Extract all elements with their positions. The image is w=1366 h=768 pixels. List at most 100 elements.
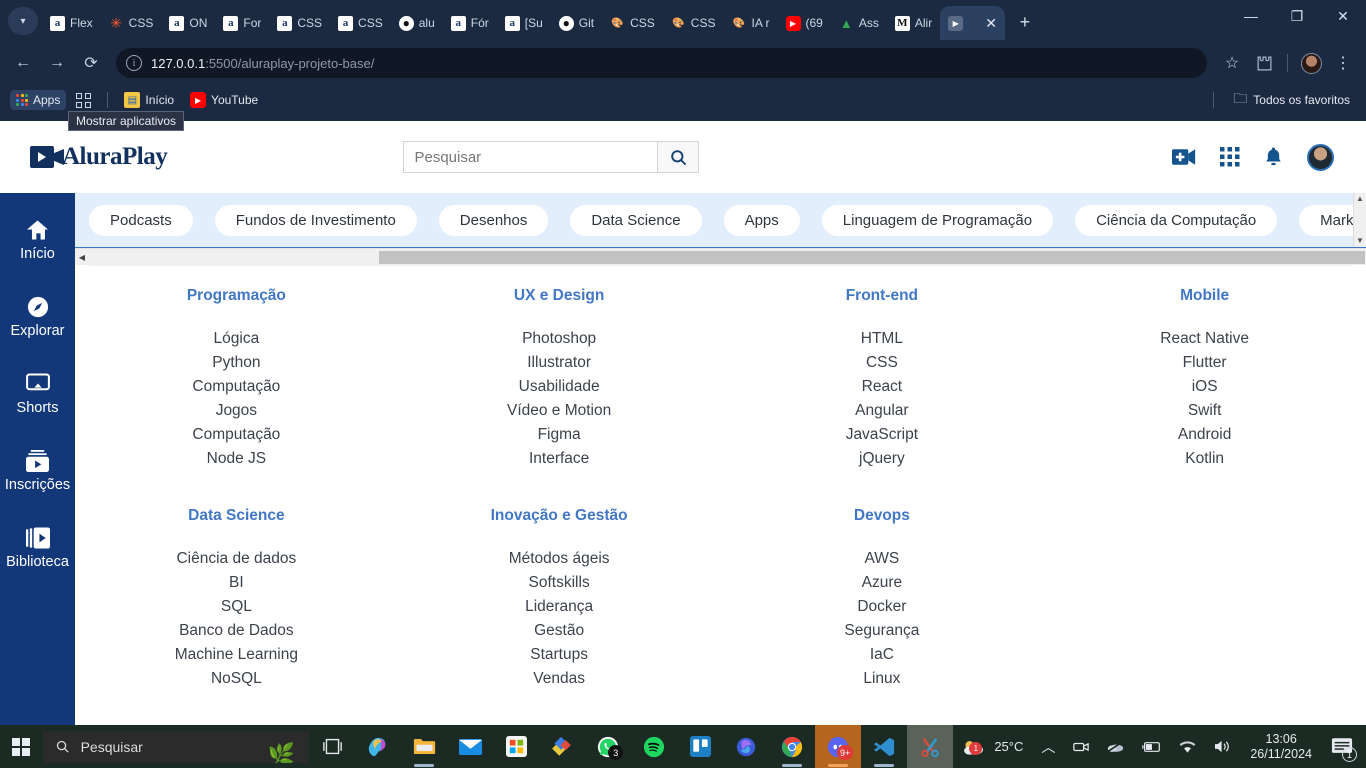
- sidebar-item-shorts[interactable]: Shorts: [0, 355, 75, 432]
- category-pill-data-science[interactable]: Data Science: [570, 205, 702, 236]
- meeting-camera-icon[interactable]: [1064, 740, 1098, 754]
- browser-tab[interactable]: ▲ Ass: [831, 6, 887, 40]
- onedrive-offline-icon[interactable]: [1098, 740, 1133, 753]
- browser-tab[interactable]: ● Git: [551, 6, 602, 40]
- category-item[interactable]: CSS: [721, 351, 1044, 375]
- chrome-menu-icon[interactable]: ⋮: [1328, 48, 1358, 78]
- browser-tab[interactable]: a ON: [161, 6, 215, 40]
- trello-icon[interactable]: [677, 725, 723, 768]
- category-item[interactable]: React Native: [1043, 327, 1366, 351]
- category-item[interactable]: Lógica: [75, 327, 398, 351]
- wifi-icon[interactable]: [1170, 740, 1205, 754]
- new-tab-button[interactable]: +: [1011, 8, 1039, 36]
- mail-icon[interactable]: [447, 725, 493, 768]
- category-item[interactable]: Banco de Dados: [75, 619, 398, 643]
- browser-tab[interactable]: a Fór: [443, 6, 497, 40]
- show-hidden-icons-chevron-up-icon[interactable]: ︿: [1032, 737, 1064, 757]
- category-item[interactable]: BI: [75, 571, 398, 595]
- bell-icon[interactable]: [1264, 146, 1283, 168]
- browser-tab[interactable]: ✳ CSS: [101, 6, 162, 40]
- apps-shortcut[interactable]: Apps: [10, 90, 67, 110]
- bookmark-item-youtube[interactable]: ▶ YouTube: [184, 89, 264, 111]
- category-item[interactable]: SQL: [75, 595, 398, 619]
- minimize-button[interactable]: —: [1228, 0, 1274, 32]
- category-item[interactable]: IaC: [721, 643, 1044, 667]
- taskbar-search[interactable]: Pesquisar 🌿: [42, 730, 310, 763]
- browser-tab[interactable]: ▶ (69: [778, 6, 831, 40]
- scroll-down-icon[interactable]: ▼: [1356, 235, 1364, 247]
- snipping-tool-icon[interactable]: [907, 725, 954, 768]
- category-pill-ciencia-da-computacao[interactable]: Ciência da Computação: [1075, 205, 1278, 236]
- category-item[interactable]: Docker: [721, 595, 1044, 619]
- bookmark-item-inicio[interactable]: ▤ Início: [118, 89, 180, 111]
- vscode-icon[interactable]: [861, 725, 907, 768]
- category-item[interactable]: jQuery: [721, 447, 1044, 471]
- nav-vertical-scrollbar[interactable]: ▲ ▼: [1353, 193, 1366, 247]
- category-item[interactable]: NoSQL: [75, 667, 398, 691]
- volume-icon[interactable]: [1205, 739, 1240, 754]
- browser-tab[interactable]: M Alir: [887, 6, 940, 40]
- start-button[interactable]: [0, 725, 43, 768]
- category-item[interactable]: Vídeo e Motion: [398, 399, 721, 423]
- browser-tab[interactable]: 🎨 IA r: [723, 6, 777, 40]
- category-item[interactable]: Linux: [721, 667, 1044, 691]
- aluraplay-logo[interactable]: AluraPlay: [30, 139, 168, 171]
- category-item[interactable]: Segurança: [721, 619, 1044, 643]
- apps-grid-icon[interactable]: [1219, 147, 1240, 167]
- category-item[interactable]: Usabilidade: [398, 375, 721, 399]
- category-item[interactable]: Jogos: [75, 399, 398, 423]
- category-item[interactable]: Swift: [1043, 399, 1366, 423]
- browser-tab[interactable]: 🎨 CSS: [602, 6, 663, 40]
- avatar[interactable]: [1306, 143, 1334, 171]
- browser-tab[interactable]: a [Su: [497, 6, 551, 40]
- sidebar-item-inicio[interactable]: Início: [0, 201, 75, 278]
- forward-icon[interactable]: →: [42, 48, 72, 78]
- category-item[interactable]: Computação: [75, 423, 398, 447]
- category-pill-fundos-de-investimento[interactable]: Fundos de Investimento: [214, 205, 417, 236]
- category-item[interactable]: Interface: [398, 447, 721, 471]
- all-bookmarks-button[interactable]: 🗀 Todos os favoritos: [1226, 89, 1356, 111]
- browser-tab[interactable]: a For: [215, 6, 269, 40]
- category-item[interactable]: Illustrator: [398, 351, 721, 375]
- profile-avatar[interactable]: [1296, 48, 1326, 78]
- clock[interactable]: 13:06 26/11/2024: [1240, 732, 1322, 762]
- category-item[interactable]: Métodos ágeis: [398, 547, 721, 571]
- close-tab-icon[interactable]: ✕: [985, 15, 997, 32]
- address-bar[interactable]: i 127.0.0.1:5500/aluraplay-projeto-base/: [116, 48, 1207, 78]
- microsoft-365-icon[interactable]: [723, 725, 769, 768]
- spotify-icon[interactable]: [631, 725, 677, 768]
- category-item[interactable]: JavaScript: [721, 423, 1044, 447]
- extensions-icon[interactable]: [1249, 48, 1279, 78]
- category-item[interactable]: Computação: [75, 375, 398, 399]
- category-item[interactable]: Python: [75, 351, 398, 375]
- tab-search-button[interactable]: ▾: [8, 7, 38, 35]
- reload-icon[interactable]: ⟳: [76, 48, 106, 78]
- category-item[interactable]: Node JS: [75, 447, 398, 471]
- battery-icon[interactable]: [1133, 741, 1170, 753]
- maximize-button[interactable]: ❐: [1274, 0, 1320, 32]
- bookmark-star-icon[interactable]: ☆: [1217, 48, 1247, 78]
- whatsapp-icon[interactable]: 3: [585, 725, 631, 768]
- browser-tab-active[interactable]: ▶ ✕: [940, 6, 1005, 40]
- browser-tab[interactable]: a Flex: [42, 6, 101, 40]
- microsoft-store-icon[interactable]: [493, 725, 539, 768]
- browser-tab[interactable]: a CSS: [269, 6, 330, 40]
- category-item[interactable]: Softskills: [398, 571, 721, 595]
- category-pill-apps[interactable]: Apps: [723, 205, 800, 236]
- discord-icon[interactable]: 9+: [815, 725, 862, 768]
- sidebar-item-explorar[interactable]: Explorar: [0, 278, 75, 355]
- category-item[interactable]: Liderança: [398, 595, 721, 619]
- category-item[interactable]: HTML: [721, 327, 1044, 351]
- video-add-icon[interactable]: [1171, 148, 1196, 166]
- category-pill-podcasts[interactable]: Podcasts: [89, 205, 193, 236]
- category-item[interactable]: Kotlin: [1043, 447, 1366, 471]
- category-pill-linguagem-de-programacao[interactable]: Linguagem de Programação: [821, 205, 1054, 236]
- chrome-icon[interactable]: [769, 725, 815, 768]
- sidebar-item-biblioteca[interactable]: Biblioteca: [0, 509, 75, 586]
- site-info-icon[interactable]: i: [126, 55, 142, 71]
- search-button[interactable]: [657, 141, 700, 173]
- scroll-up-icon[interactable]: ▲: [1356, 193, 1364, 205]
- category-pill-desenhos[interactable]: Desenhos: [438, 205, 549, 236]
- show-apps-button[interactable]: [70, 90, 97, 111]
- copilot-icon[interactable]: [355, 725, 401, 768]
